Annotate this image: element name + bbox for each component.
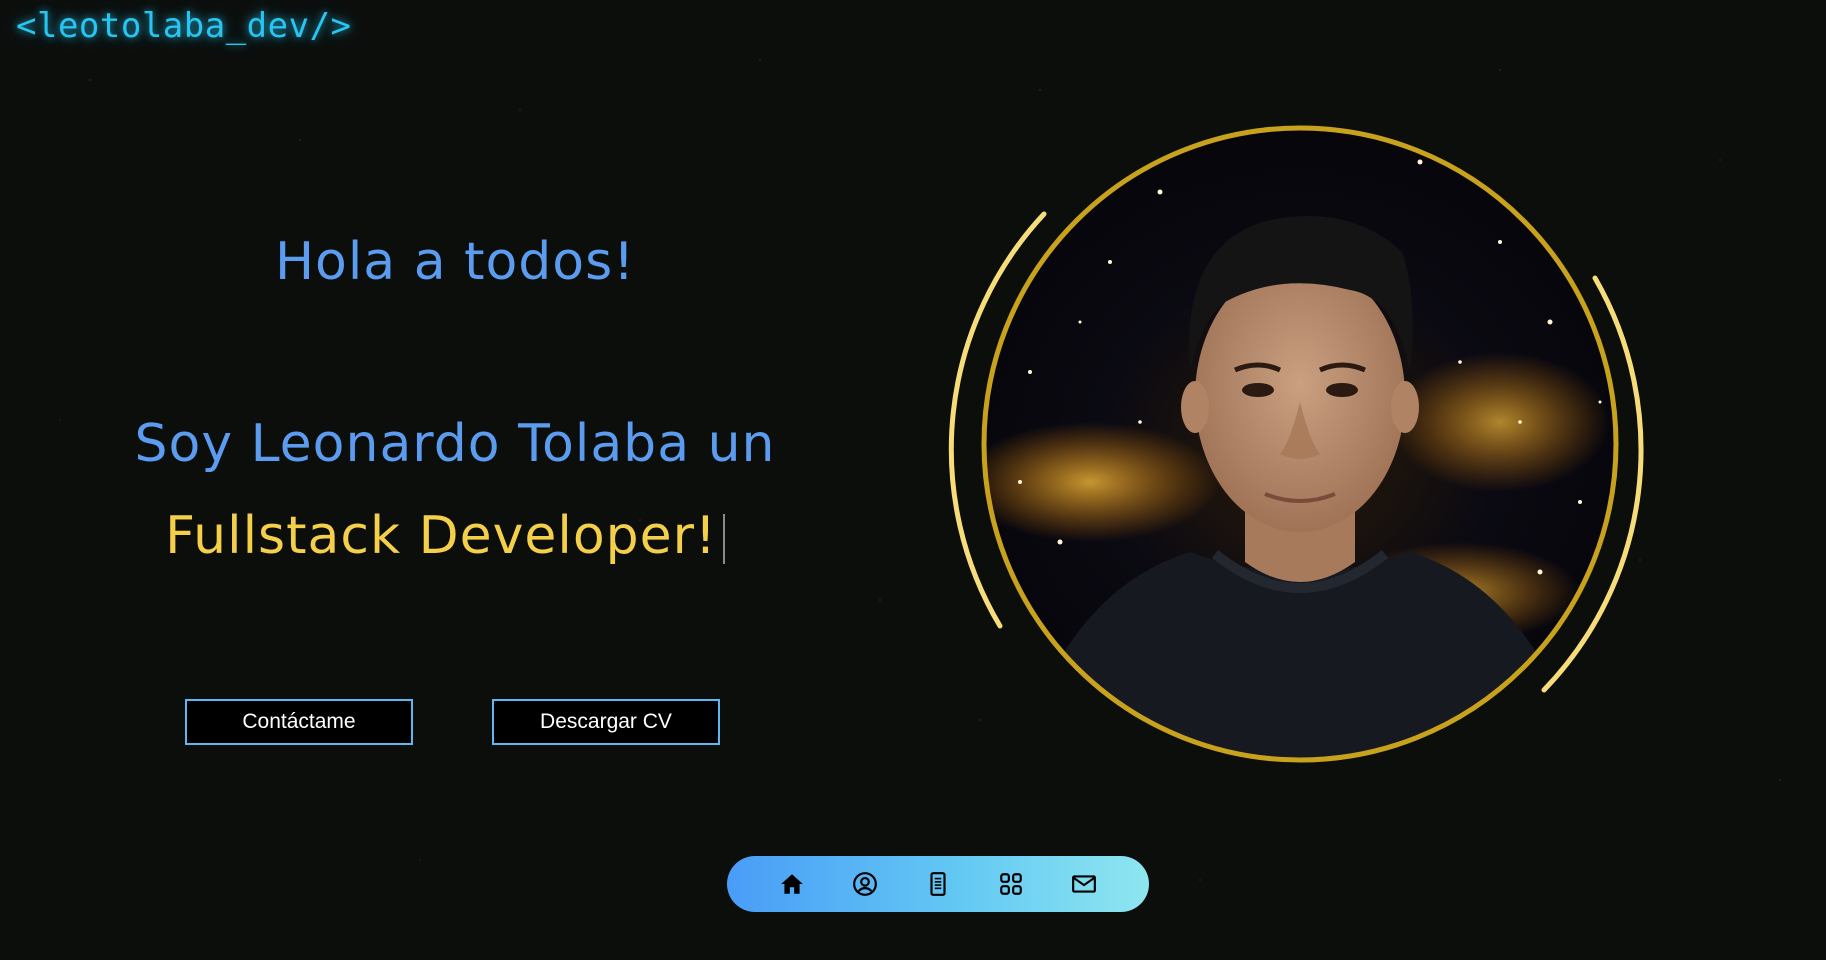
- bottom-navigation: [727, 856, 1149, 912]
- nav-portfolio[interactable]: [994, 867, 1028, 901]
- profile-picture-frame: [940, 122, 1660, 782]
- greeting-heading: Hola a todos!: [274, 232, 636, 292]
- role-text: Fullstack Developer!: [0, 506, 890, 566]
- nav-home[interactable]: [775, 867, 809, 901]
- download-cv-button[interactable]: Descargar CV: [492, 699, 720, 745]
- page: <leotolaba_dev/> Hola a todos! Soy Leona…: [0, 0, 1826, 960]
- document-icon: [930, 872, 946, 896]
- nav-about[interactable]: [848, 867, 882, 901]
- nav-resume[interactable]: [921, 867, 955, 901]
- mail-icon: [1072, 875, 1097, 893]
- intro-text: Soy Leonardo Tolaba un: [134, 414, 776, 474]
- home-icon: [780, 874, 803, 894]
- site-logo[interactable]: <leotolaba_dev/>: [16, 6, 352, 46]
- profile-picture: [948, 125, 1644, 763]
- nav-contact[interactable]: [1067, 867, 1101, 901]
- role-label: Fullstack Developer!: [165, 506, 717, 566]
- typing-cursor: [722, 514, 725, 564]
- user-circle-icon: [852, 872, 877, 896]
- contact-button[interactable]: Contáctame: [185, 699, 413, 745]
- grid-icon: [1000, 873, 1022, 895]
